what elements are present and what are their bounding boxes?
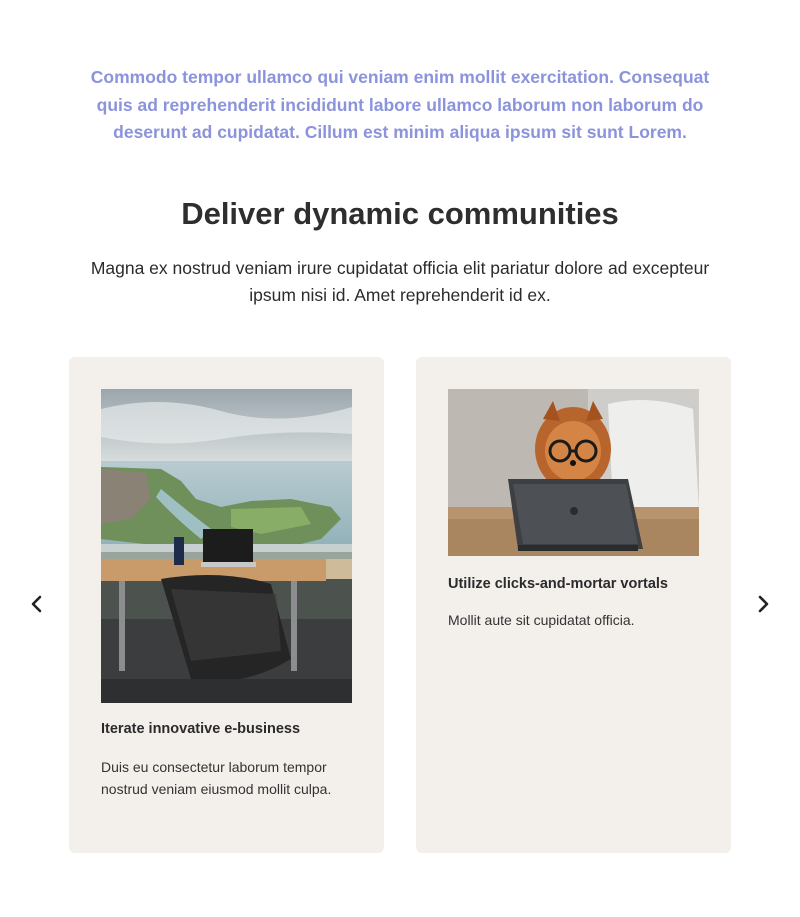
card-heading: Utilize clicks-and-mortar vortals <box>448 576 668 592</box>
card-body: Mollit aute sit cupidatat officia. <box>448 612 635 628</box>
dog-with-glasses-tablet-photo <box>448 389 699 556</box>
carousel-next-button[interactable] <box>748 589 778 619</box>
chevron-left-icon <box>31 595 42 613</box>
carousel-prev-button[interactable] <box>22 589 52 619</box>
intro-text: Commodo tempor ullamco qui veniam enim m… <box>90 67 710 142</box>
section-lede: Magna ex nostrud veniam irure cupidatat … <box>90 258 710 305</box>
carousel-card[interactable]: Iterate innovative e-business Duis eu co… <box>69 357 384 853</box>
office-desk-city-view-photo <box>101 389 352 703</box>
card-body: Duis eu consectetur laborum tempor nostr… <box>101 759 332 797</box>
chevron-right-icon <box>758 595 769 613</box>
carousel-card[interactable]: Utilize clicks-and-mortar vortals Mollit… <box>416 357 731 853</box>
section-title: Deliver dynamic communities <box>181 196 619 231</box>
card-heading: Iterate innovative e-business <box>101 721 301 737</box>
